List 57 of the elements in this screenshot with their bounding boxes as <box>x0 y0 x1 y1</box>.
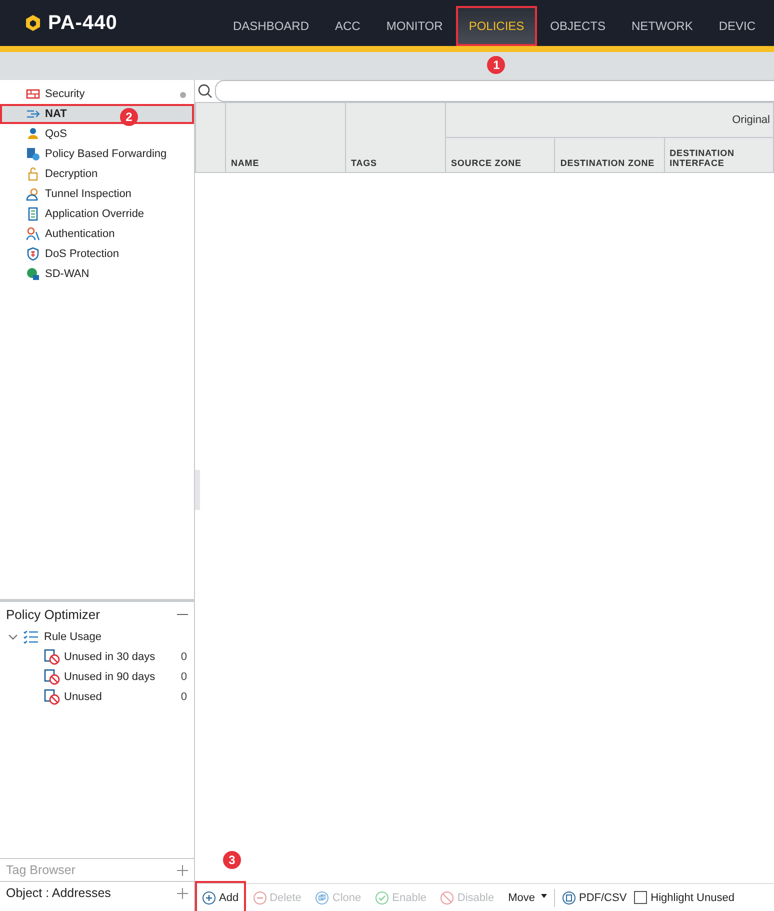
checkbox-label[interactable]: Highlight Unused <box>650 892 734 904</box>
nav-tab[interactable]: DEVIC <box>706 6 769 46</box>
rule-count: 0 <box>180 651 187 663</box>
panel-title: Policy Optimizer <box>6 607 100 622</box>
step-number: 3 <box>223 851 241 869</box>
rule-count: 0 <box>180 671 187 683</box>
status-dot <box>180 92 186 98</box>
nav-tab[interactable]: ACC <box>322 6 374 46</box>
sidebar-item[interactable]: Security <box>0 84 194 104</box>
tree-item[interactable]: Unused in 90 days <box>64 671 177 683</box>
sidebar-item[interactable]: DoS Protection <box>0 244 194 264</box>
menu-button[interactable]: Move <box>501 881 554 911</box>
column-header[interactable]: SOURCE ZONE <box>446 138 555 172</box>
rule-count: 0 <box>180 691 187 703</box>
toolbar-button[interactable]: PDF/CSV <box>554 881 634 911</box>
step-number: 2 <box>120 108 138 126</box>
sidebar-item[interactable]: SD-WAN <box>0 264 194 284</box>
column-header[interactable]: DESTINATION INTERFACE <box>664 138 774 172</box>
search-icon <box>197 83 213 99</box>
disable-icon <box>440 890 454 904</box>
collapsed-panel[interactable]: Object : Addresses <box>0 881 194 904</box>
nav-tab[interactable]: OBJECTS <box>537 6 619 46</box>
expand-icon[interactable] <box>177 888 188 898</box>
sidebar-item[interactable]: QoS <box>0 124 194 144</box>
column-header[interactable]: NAME <box>226 102 346 172</box>
nav-tab[interactable]: DASHBOARD <box>220 6 322 46</box>
tree-item[interactable]: Rule Usage <box>44 631 102 643</box>
nav-tab[interactable]: NETWORK <box>618 6 706 46</box>
unused-rule-icon <box>44 649 60 665</box>
sidebar-item[interactable]: Tunnel Inspection <box>0 184 194 204</box>
list-icon <box>23 630 39 644</box>
logo-icon <box>24 14 42 32</box>
search-field[interactable] <box>215 80 774 102</box>
sidebar-item[interactable]: Policy Based Forwarding <box>0 144 194 164</box>
nav-tab[interactable]: MONITOR <box>373 6 456 46</box>
add-icon <box>202 890 216 904</box>
column-group-header: Original <box>446 102 774 138</box>
unused-rule-icon <box>44 669 60 685</box>
enable-icon <box>375 890 390 904</box>
sidebar-item[interactable]: Application Override <box>0 204 194 224</box>
collapse-handle[interactable] <box>195 470 200 510</box>
product-name: PA-440 <box>48 12 118 34</box>
panel-title: Tag Browser <box>6 863 76 877</box>
column-header[interactable]: DESTINATION ZONE <box>554 138 664 172</box>
column-header[interactable]: TAGS <box>346 102 446 172</box>
panel-title: Object : Addresses <box>6 886 111 900</box>
sidebar-item[interactable]: Decryption <box>0 164 194 184</box>
sidebar-item[interactable]: Authentication <box>0 224 194 244</box>
chevron-down-icon[interactable] <box>8 632 18 642</box>
tree-item[interactable]: Unused <box>64 691 177 703</box>
delete-icon <box>252 890 267 904</box>
caret-icon <box>540 894 547 898</box>
clone-icon <box>315 890 330 904</box>
tree-item[interactable]: Unused in 30 days <box>64 651 177 663</box>
unused-rule-icon <box>44 689 60 705</box>
sidebar-item[interactable]: NAT 2 <box>0 104 194 124</box>
checkbox[interactable] <box>634 891 647 904</box>
